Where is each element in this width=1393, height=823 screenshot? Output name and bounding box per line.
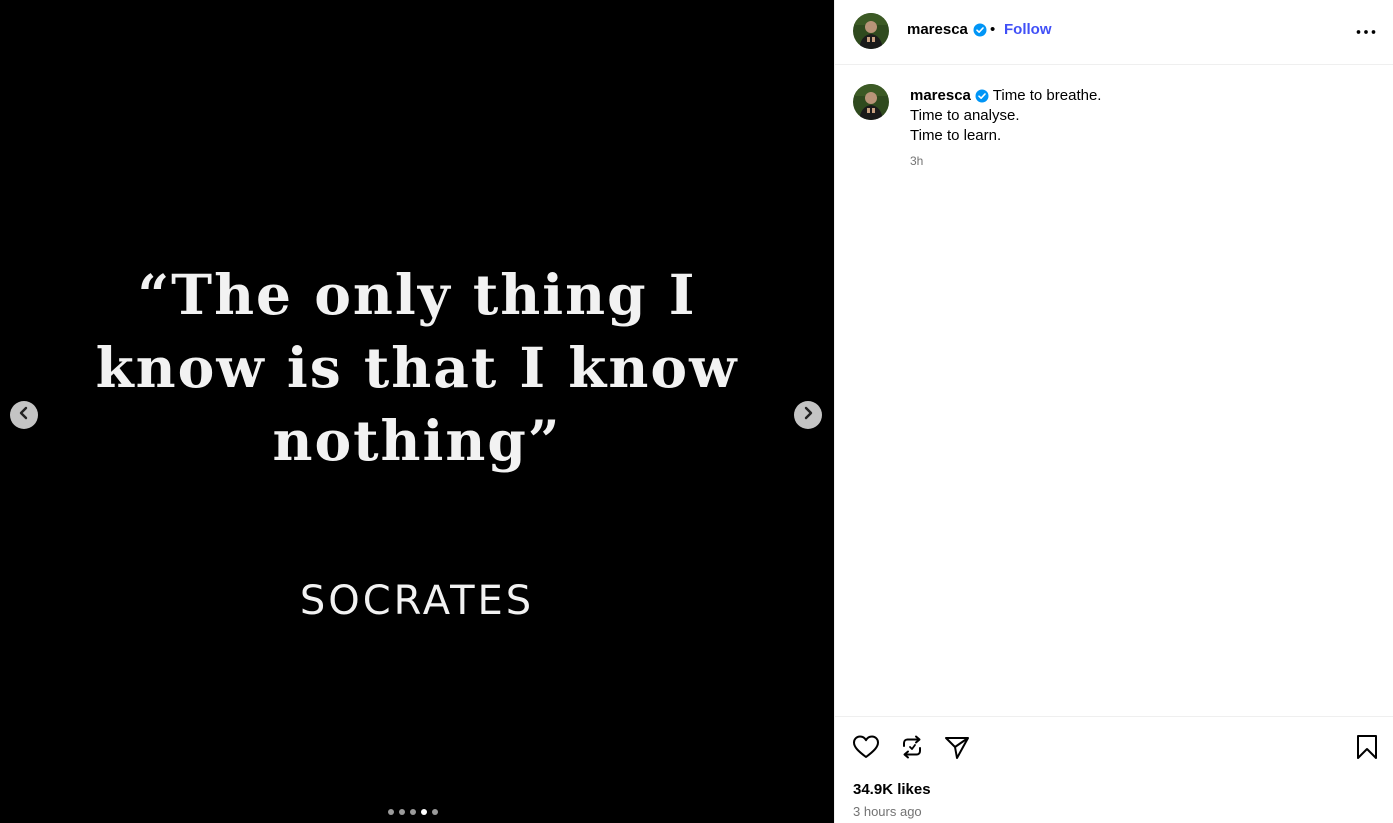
- caption-username-text[interactable]: maresca: [910, 86, 971, 106]
- carousel-next-button[interactable]: [794, 401, 822, 429]
- carousel-dot[interactable]: [421, 809, 427, 815]
- separator-dot: •: [990, 21, 996, 38]
- share-button[interactable]: [943, 733, 971, 761]
- repost-icon: [898, 735, 926, 765]
- more-horizontal-icon: [1356, 22, 1376, 40]
- caption-line: Time to breathe.: [992, 87, 1102, 104]
- carousel-indicator: [388, 809, 438, 815]
- more-options-button[interactable]: [1353, 19, 1379, 43]
- post-header: maresca • Follow: [835, 0, 1393, 65]
- chevron-left-icon: [17, 406, 31, 425]
- like-button[interactable]: [852, 733, 880, 761]
- heart-icon: [852, 735, 880, 765]
- repost-button[interactable]: [898, 733, 926, 761]
- verified-badge-icon: [975, 89, 989, 103]
- post-timestamp[interactable]: 3 hours ago: [853, 804, 922, 819]
- save-button[interactable]: [1353, 733, 1381, 761]
- chevron-right-icon: [801, 406, 815, 425]
- carousel-dot[interactable]: [399, 809, 405, 815]
- follow-button[interactable]: Follow: [1004, 21, 1052, 38]
- quote-line: know is that I know: [95, 335, 739, 400]
- carousel-dot[interactable]: [410, 809, 416, 815]
- caption-username[interactable]: maresca: [910, 86, 989, 106]
- action-bar: 34.9K likes 3 hours ago: [835, 716, 1393, 823]
- caption: maresca Time to breathe. Time to analyse…: [910, 86, 1370, 146]
- post-sidebar: maresca • Follow maresca Time to breathe…: [834, 0, 1393, 823]
- caption-line: Time to learn.: [910, 127, 1002, 144]
- quote-line: nothing”: [272, 408, 562, 473]
- quote-author: SOCRATES: [299, 578, 535, 624]
- username-text[interactable]: maresca: [907, 21, 968, 38]
- post-media: “The only thing I know is that I know no…: [0, 0, 834, 823]
- carousel-dot[interactable]: [388, 809, 394, 815]
- caption-avatar[interactable]: [853, 84, 889, 120]
- quote-text: “The only thing I know is that I know no…: [0, 258, 834, 477]
- likes-count[interactable]: 34.9K likes: [853, 781, 931, 798]
- avatar[interactable]: [853, 13, 889, 49]
- bookmark-icon: [1353, 735, 1381, 765]
- username[interactable]: maresca: [907, 21, 987, 38]
- quote-line: “The only thing I: [137, 262, 697, 327]
- caption-timestamp[interactable]: 3h: [910, 154, 923, 168]
- caption-line: Time to analyse.: [910, 107, 1020, 124]
- verified-badge-icon: [973, 23, 987, 37]
- carousel-prev-button[interactable]: [10, 401, 38, 429]
- send-icon: [943, 737, 971, 765]
- carousel-dot[interactable]: [432, 809, 438, 815]
